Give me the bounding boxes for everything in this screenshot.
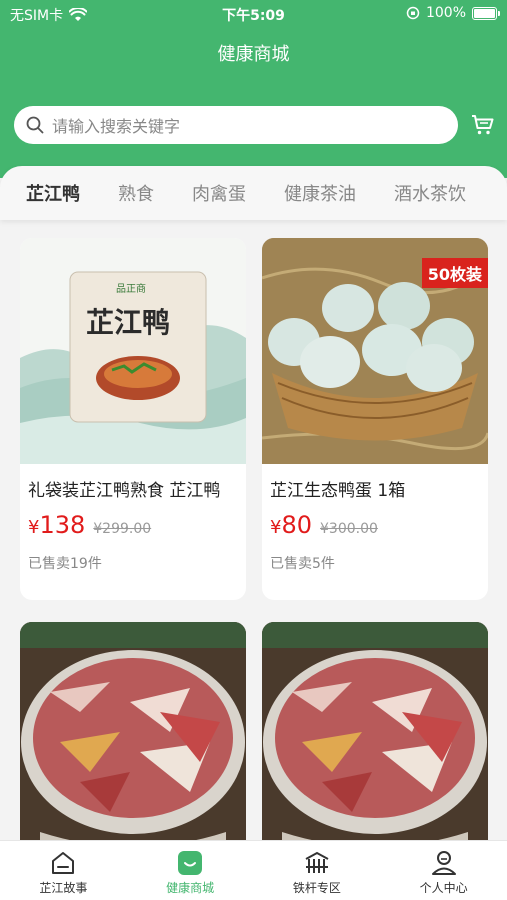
- tabbar-label: 铁杆专区: [292, 881, 341, 895]
- tab-cooked-food[interactable]: 熟食: [118, 180, 154, 206]
- currency-symbol: ¥: [270, 517, 282, 538]
- page-title: 健康商城: [217, 44, 290, 65]
- product-price: ¥138: [28, 511, 85, 539]
- tabbar-label: 个人中心: [419, 881, 468, 895]
- battery-fill: [474, 8, 495, 18]
- product-name: 芷江生态鸭蛋 1箱: [270, 481, 406, 501]
- sold-count: 已售卖19件: [28, 556, 102, 572]
- product-info: 芷江生态鸭蛋 1箱 ¥80 ¥300.00 已售卖5件: [262, 464, 488, 573]
- header: 无SIM卡 下午5:09 100% 健康商城 请输入搜索关键字: [0, 0, 507, 178]
- product-image: 品正商 芷江鸭: [20, 238, 246, 464]
- duck-meat-bowl-illustration: [20, 622, 246, 862]
- search-icon: [26, 116, 44, 134]
- price-value: 138: [39, 511, 86, 539]
- product-card-duck-eggs[interactable]: 50枚装 芷江生态鸭蛋 1箱 ¥80 ¥300.00 已售卖5件: [262, 238, 488, 600]
- sold-count: 已售卖5件: [270, 556, 335, 572]
- search-input[interactable]: 请输入搜索关键字: [14, 106, 458, 144]
- search-placeholder: 请输入搜索关键字: [52, 117, 181, 136]
- fan-zone-icon: [305, 851, 329, 873]
- tabbar-profile[interactable]: 个人中心: [380, 841, 507, 900]
- tabbar-story[interactable]: 芷江故事: [0, 841, 127, 900]
- currency-symbol: ¥: [28, 517, 40, 538]
- original-price: ¥299.00: [93, 521, 152, 537]
- pack-size-badge: 50枚装: [421, 258, 488, 288]
- battery-icon: [472, 6, 500, 20]
- price-value: 80: [281, 511, 312, 539]
- product-image: [262, 622, 488, 862]
- orientation-lock-icon: [406, 6, 420, 20]
- tab-meat-poultry-eggs[interactable]: 肉禽蛋: [192, 180, 246, 206]
- story-icon: [52, 852, 75, 874]
- tabbar-shop[interactable]: 健康商城: [127, 841, 254, 900]
- tab-drinks[interactable]: 酒水茶饮: [394, 180, 466, 206]
- duck-meat-bowl-illustration: [262, 622, 488, 862]
- tab-tea-oil[interactable]: 健康茶油: [284, 180, 356, 206]
- product-card-duck-meat-2[interactable]: [262, 622, 488, 862]
- package-title: 芷江鸭: [86, 306, 170, 339]
- price-row: ¥138 ¥299.00: [28, 511, 238, 539]
- product-name: 礼袋装芷江鸭熟食 芷江鸭: [28, 481, 221, 501]
- tabbar-label: 健康商城: [166, 881, 215, 895]
- tab-zhijiang-duck[interactable]: 芷江鸭: [26, 180, 80, 206]
- status-bar: 无SIM卡 下午5:09 100%: [0, 0, 507, 28]
- product-card-duck-gift[interactable]: 品正商 芷江鸭 礼袋装芷江鸭熟食 芷江鸭 ¥138 ¥299.00 已售卖19件: [20, 238, 246, 600]
- product-price: ¥80: [270, 511, 312, 539]
- bottom-tab-bar: 芷江故事 健康商城 铁杆专区 个人中心: [0, 840, 507, 900]
- tabbar-label: 芷江故事: [39, 881, 88, 895]
- original-price: ¥300.00: [320, 521, 378, 537]
- category-tabs: 芷江鸭 熟食 肉禽蛋 健康茶油 酒水茶饮: [0, 166, 507, 220]
- product-info: 礼袋装芷江鸭熟食 芷江鸭 ¥138 ¥299.00 已售卖19件: [20, 464, 246, 573]
- status-right: 100%: [406, 5, 500, 21]
- battery-percent: 100%: [425, 5, 466, 21]
- shop-icon: [178, 851, 203, 875]
- brand-label: 品正商: [116, 282, 146, 295]
- product-image: [20, 622, 246, 862]
- price-row: ¥80 ¥300.00: [270, 511, 480, 539]
- duck-package-illustration: 品正商 芷江鸭: [20, 271, 246, 464]
- cart-icon[interactable]: [471, 114, 495, 136]
- profile-icon: [431, 851, 456, 875]
- product-card-duck-meat-1[interactable]: [20, 622, 246, 862]
- product-image: 50枚装: [262, 238, 488, 464]
- tabbar-fan-zone[interactable]: 铁杆专区: [254, 841, 381, 900]
